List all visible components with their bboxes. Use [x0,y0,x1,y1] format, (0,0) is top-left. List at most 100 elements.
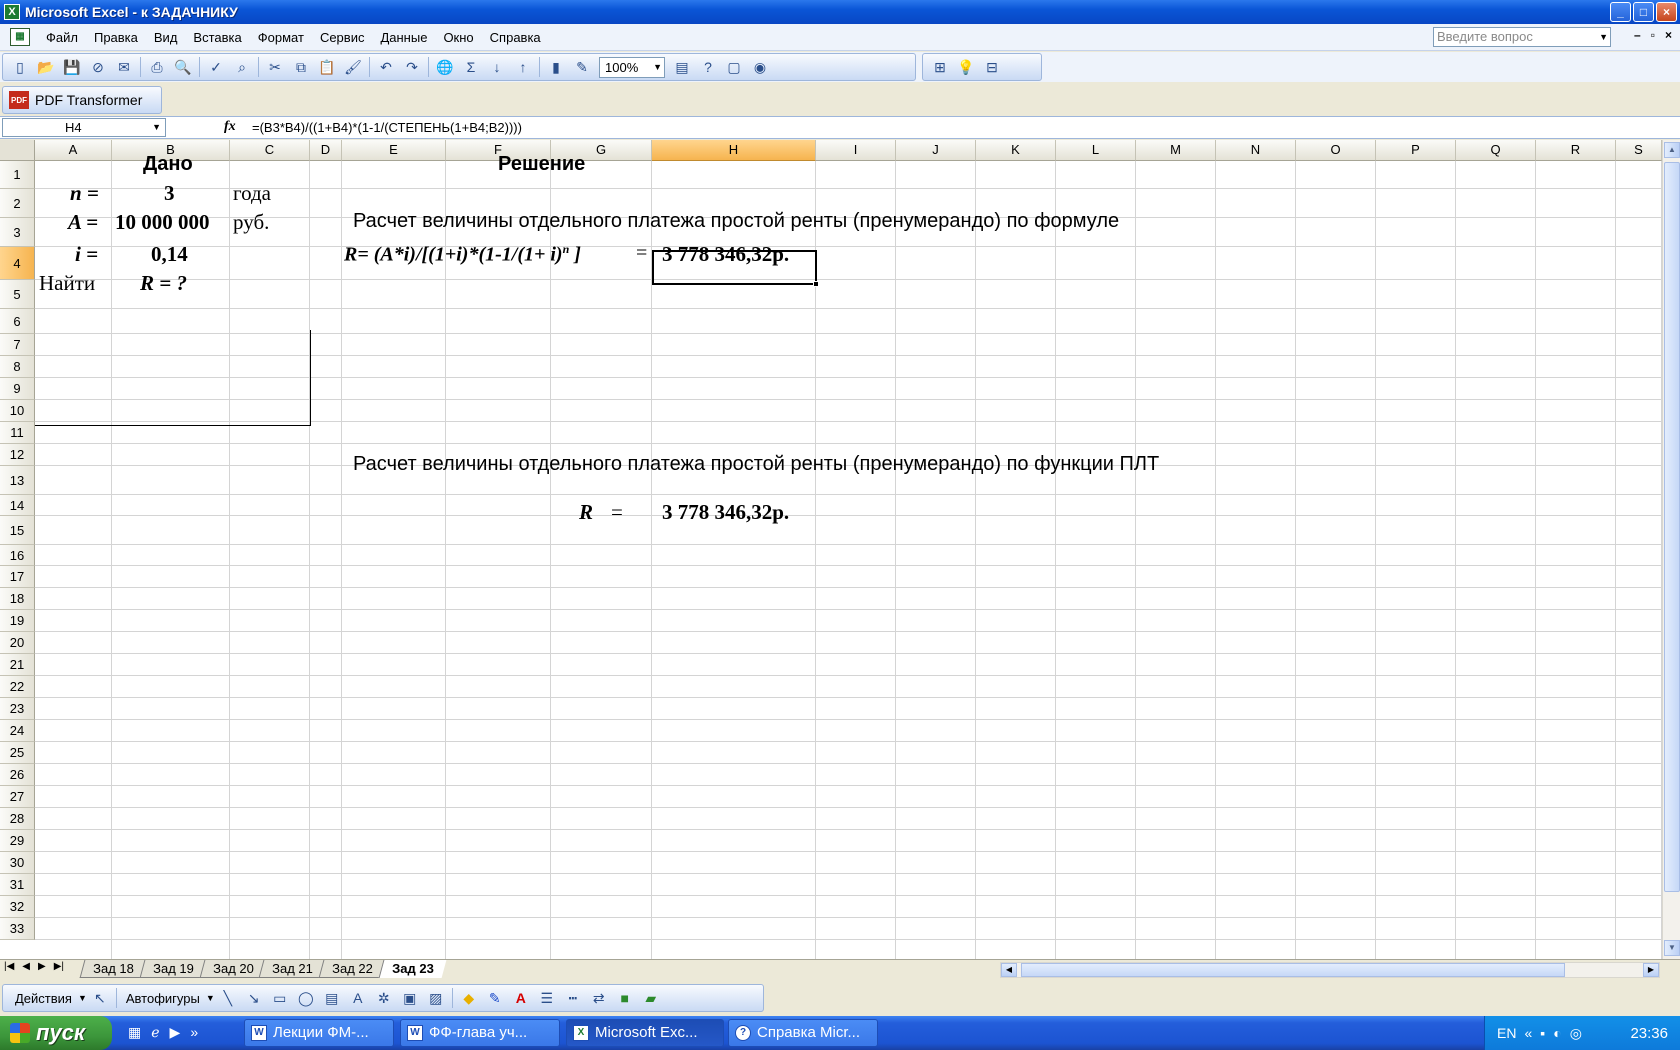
column-header-j[interactable]: J [896,140,976,161]
column-header-o[interactable]: O [1296,140,1376,161]
autoshapes-menu[interactable]: Автофигуры [120,991,206,1006]
chevron-down-icon[interactable]: ▼ [1599,28,1608,46]
row-header-3[interactable]: 3 [0,218,35,247]
line-style-icon[interactable]: ☰ [536,987,558,1009]
menu-data[interactable]: Данные [372,30,435,45]
ie-icon[interactable]: ℯ [151,1024,159,1041]
wordart-icon[interactable]: A [347,987,369,1009]
task-ff-chapter[interactable]: W ФФ-глава уч... [400,1019,560,1047]
doc-close-button[interactable]: × [1665,28,1672,42]
oval-icon[interactable]: ◯ [295,987,317,1009]
column-header-a[interactable]: A [35,140,112,161]
column-header-q[interactable]: Q [1456,140,1536,161]
task-excel[interactable]: X Microsoft Exc... [566,1019,724,1047]
start-button[interactable]: пуск [0,1016,112,1050]
drawing-icon[interactable]: ✎ [571,56,593,78]
column-header-e[interactable]: E [342,140,446,161]
row-header-28[interactable]: 28 [0,808,35,830]
menu-help[interactable]: Справка [482,30,549,45]
language-indicator[interactable]: EN [1497,1025,1516,1041]
redo-icon[interactable]: ↷ [401,56,423,78]
last-sheet-icon[interactable]: ▶| [54,961,64,972]
tray-chevron-icon[interactable]: « [1524,1025,1532,1041]
copy-icon[interactable]: ⧉ [290,56,312,78]
column-header-h[interactable]: H [652,140,816,161]
zoom-select[interactable]: 100% ▼ [599,56,665,78]
pdf-transformer-button[interactable]: PDF PDF Transformer [2,86,162,114]
borders-icon[interactable]: ⊞ [929,56,951,78]
rectangle-icon[interactable]: ▭ [269,987,291,1009]
row-header-13[interactable]: 13 [0,466,35,495]
horizontal-scrollbar[interactable]: ◀ ▶ [1000,962,1660,978]
help-search-input[interactable]: Введите вопрос ▼ [1433,27,1611,47]
active-cell-h4[interactable] [652,250,817,285]
tab-zad-23[interactable]: Зад 23 [378,960,446,978]
column-header-d[interactable]: D [310,140,342,161]
row-header-31[interactable]: 31 [0,874,35,896]
select-objects-icon[interactable]: ↖ [89,987,111,1009]
print-preview-icon[interactable]: 🔍 [172,56,194,78]
window-icon[interactable]: ▢ [723,56,745,78]
worksheet-grid[interactable]: ABCDEFGHIJKLMNOPQRS 1 2 3 4 5 6 7 8 9 10 11 12 13 14 1… [0,140,1662,959]
row-header-17[interactable]: 17 [0,566,35,588]
column-header-n[interactable]: N [1216,140,1296,161]
row-header-25[interactable]: 25 [0,742,35,764]
arrow-style-icon[interactable]: ⇄ [588,987,610,1009]
name-box[interactable]: H4 ▼ [2,118,166,137]
shadow-icon[interactable]: ■ [614,987,636,1009]
task-help[interactable]: ? Справка Micr... [728,1019,878,1047]
row-header-14[interactable]: 14 [0,495,35,516]
row-header-22[interactable]: 22 [0,676,35,698]
chevron-down-icon[interactable]: ▼ [206,993,215,1003]
row-header-29[interactable]: 29 [0,830,35,852]
tab-zad-22[interactable]: Зад 22 [318,960,386,978]
fill-color-icon[interactable]: ◆ [458,987,480,1009]
network-icon[interactable]: ▪ [1540,1025,1545,1041]
tab-zad-19[interactable]: Зад 19 [139,960,206,978]
row-header-18[interactable]: 18 [0,588,35,610]
permission-icon[interactable]: ⊘ [87,56,109,78]
arrow-icon[interactable]: ↘ [243,987,265,1009]
scroll-thumb[interactable] [1664,162,1680,892]
media-icon[interactable]: ▶ [170,1024,181,1041]
chevron-down-icon[interactable]: ▼ [78,993,87,1003]
row-header-15[interactable]: 15 [0,516,35,545]
scroll-left-icon[interactable]: ◀ [1001,963,1017,977]
row-header-30[interactable]: 30 [0,852,35,874]
menu-format[interactable]: Формат [250,30,312,45]
record-icon[interactable]: ◉ [749,56,771,78]
tab-zad-21[interactable]: Зад 21 [258,960,326,978]
hyperlink-icon[interactable]: 🌐 [434,56,456,78]
row-header-20[interactable]: 20 [0,632,35,654]
row-header-4[interactable]: 4 [0,247,35,280]
scroll-right-icon[interactable]: ▶ [1643,963,1659,977]
first-sheet-icon[interactable]: |◀ [4,961,14,972]
menu-tools[interactable]: Сервис [312,30,373,45]
row-header-10[interactable]: 10 [0,400,35,422]
column-header-m[interactable]: M [1136,140,1216,161]
antivirus-icon[interactable]: ◎ [1570,1025,1582,1042]
tab-zad-20[interactable]: Зад 20 [199,960,266,978]
vertical-scrollbar[interactable]: ▲ ▼ [1662,140,1680,959]
row-header-6[interactable]: 6 [0,309,35,334]
open-icon[interactable]: 📂 [35,56,57,78]
row-header-8[interactable]: 8 [0,356,35,378]
sort-ascending-icon[interactable]: ↓ [486,56,508,78]
next-sheet-icon[interactable]: ▶ [38,961,46,972]
row-header-5[interactable]: 5 [0,280,35,309]
grid-icon[interactable]: ⊟ [981,56,1003,78]
undo-icon[interactable]: ↶ [375,56,397,78]
email-icon[interactable]: ✉ [113,56,135,78]
textbox-icon[interactable]: ▤ [321,987,343,1009]
spelling-icon[interactable]: ✓ [205,56,227,78]
doc-minimize-button[interactable]: – [1634,28,1641,42]
actions-menu[interactable]: Действия [9,991,78,1006]
menu-edit[interactable]: Правка [86,30,146,45]
font-color-icon[interactable]: A [510,987,532,1009]
document-icon[interactable]: ▦ [10,28,30,46]
row-header-12[interactable]: 12 [0,444,35,466]
print-icon[interactable]: ⎙ [146,56,168,78]
chevron-down-icon[interactable]: ▼ [152,119,161,136]
prev-sheet-icon[interactable]: ◀ [22,961,30,972]
row-header-33[interactable]: 33 [0,918,35,940]
